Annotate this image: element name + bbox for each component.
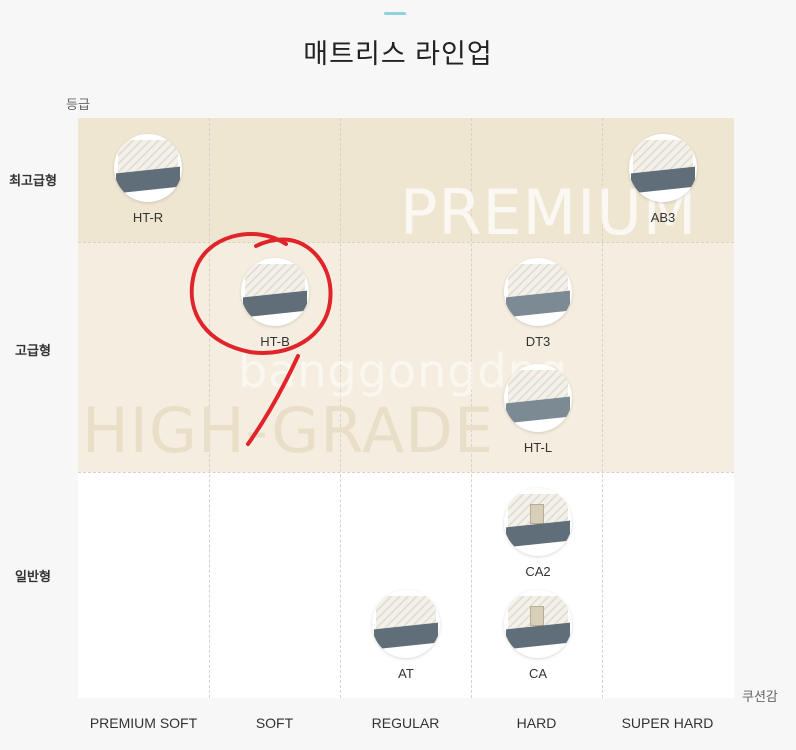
- product-name: CA2: [525, 564, 551, 579]
- col-label-regular: REGULAR: [371, 715, 440, 731]
- product-ht-l[interactable]: HT-L: [498, 364, 578, 455]
- row-label-general: 일반형: [15, 569, 51, 584]
- col-label-hard: HARD: [516, 715, 557, 731]
- col-label-soft: SOFT: [255, 715, 294, 731]
- mattress-thumbnail: [114, 134, 182, 202]
- product-ht-b[interactable]: HT-B: [235, 258, 315, 349]
- product-ht-r[interactable]: HT-R: [108, 134, 188, 225]
- mattress-thumbnail: [504, 258, 572, 326]
- title-accent-bar: [384, 12, 406, 15]
- mattress-thumbnail: [629, 134, 697, 202]
- row-label-premium: 최고급형: [9, 173, 57, 188]
- page-title: 매트리스 라인업: [303, 39, 493, 69]
- product-name: AT: [398, 666, 414, 681]
- product-name: CA: [528, 666, 548, 681]
- product-name: HT-L: [523, 440, 553, 455]
- lineup-grid: PREMIUM HIGH-GRADE banggongdng HT-R AB3 …: [78, 118, 734, 698]
- product-ab3[interactable]: AB3: [623, 134, 703, 225]
- mattress-thumbnail: [504, 488, 572, 556]
- product-name: DT3: [525, 334, 551, 349]
- mattress-thumbnail: [504, 590, 572, 658]
- mattress-thumbnail: [372, 590, 440, 658]
- product-ca[interactable]: CA: [498, 590, 578, 681]
- product-at[interactable]: AT: [366, 590, 446, 681]
- product-dt3[interactable]: DT3: [498, 258, 578, 349]
- row-label-high-grade: 고급형: [15, 343, 51, 358]
- mattress-thumbnail: [504, 364, 572, 432]
- product-name: AB3: [650, 210, 676, 225]
- grid-divider: [78, 472, 734, 473]
- grade-axis-title: 등급: [66, 97, 90, 112]
- mattress-thumbnail: [241, 258, 309, 326]
- col-label-super-hard: SUPER HARD: [621, 715, 714, 731]
- product-ca2[interactable]: CA2: [498, 488, 578, 579]
- product-name: HT-B: [260, 334, 290, 349]
- product-name: HT-R: [132, 210, 164, 225]
- high-grade-watermark: HIGH-GRADE: [82, 394, 495, 467]
- firmness-axis-title: 쿠션감: [742, 689, 778, 704]
- col-label-premium-soft: PREMIUM SOFT: [89, 715, 198, 731]
